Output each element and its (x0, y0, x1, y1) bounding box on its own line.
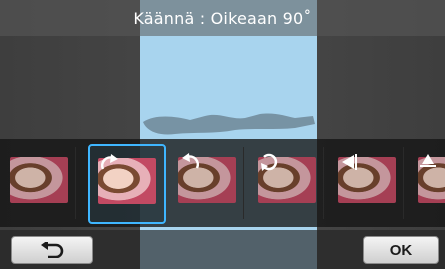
flip-vertical-icon (420, 154, 436, 167)
effect-thumbnail-strip[interactable] (0, 139, 445, 227)
back-arrow-icon (41, 242, 64, 258)
bottom-bar: OK (0, 230, 445, 269)
rotated-photo-preview (143, 113, 315, 135)
thumbnail-rotate-left-90[interactable] (172, 147, 244, 219)
thumbnail-flip-vertical[interactable] (412, 147, 445, 219)
rotate-left-icon (182, 153, 200, 169)
thumbnail-original[interactable] (4, 147, 76, 219)
rotate-180-icon (261, 153, 278, 171)
ok-button[interactable]: OK (363, 236, 439, 264)
thumbnail-rotate-180[interactable] (252, 147, 324, 219)
flip-horizontal-icon (342, 154, 357, 170)
thumbnail-flip-horizontal[interactable] (332, 147, 404, 219)
rotate-right-icon (100, 154, 118, 170)
rotate-screen: Käännä : Oikeaan 90˚ OK (0, 0, 445, 269)
thumbnail-rotate-right-90[interactable] (88, 144, 166, 224)
title-bar: Käännä : Oikeaan 90˚ (0, 0, 445, 36)
page-title: Käännä : Oikeaan 90˚ (133, 8, 312, 28)
back-button[interactable] (11, 236, 93, 264)
photo-thumbnail (10, 157, 68, 203)
